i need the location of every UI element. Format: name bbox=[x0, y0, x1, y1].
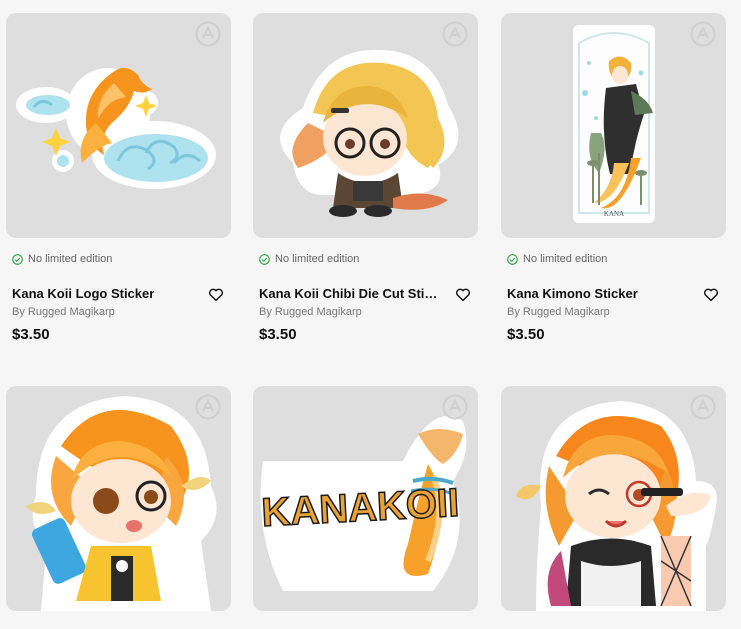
kimono-art-text: KANA bbox=[604, 210, 624, 218]
seller-byline[interactable]: By Rugged Magikarp bbox=[12, 306, 115, 318]
seller-byline[interactable]: By Rugged Magikarp bbox=[507, 306, 610, 318]
product-title[interactable]: Kana Kimono Sticker bbox=[507, 286, 692, 301]
seller-byline[interactable]: By Rugged Magikarp bbox=[259, 306, 362, 318]
brand-watermark-icon bbox=[442, 21, 468, 47]
brand-watermark-icon bbox=[195, 21, 221, 47]
edition-label: No limited edition bbox=[275, 253, 360, 265]
product-price: $3.50 bbox=[12, 326, 50, 343]
product-title[interactable]: Kana Koii Logo Sticker bbox=[12, 286, 197, 301]
product-image[interactable] bbox=[6, 386, 231, 611]
check-circle-icon bbox=[259, 253, 270, 265]
product-price: $3.50 bbox=[507, 326, 545, 343]
edition-status: No limited edition bbox=[259, 253, 359, 265]
brand-watermark-icon bbox=[442, 394, 468, 420]
product-title[interactable]: Kana Koii Chibi Die Cut Sticker bbox=[259, 286, 444, 301]
check-circle-icon bbox=[12, 253, 23, 265]
product-image[interactable] bbox=[253, 13, 478, 238]
product-image[interactable] bbox=[501, 386, 726, 611]
edition-label: No limited edition bbox=[28, 253, 113, 265]
product-image[interactable] bbox=[6, 13, 231, 238]
favorite-heart-icon[interactable] bbox=[207, 285, 225, 303]
edition-status: No limited edition bbox=[12, 253, 112, 265]
product-grid: No limited edition Kana Koii Logo Sticke… bbox=[0, 0, 741, 629]
edition-status: No limited edition bbox=[507, 253, 607, 265]
favorite-heart-icon[interactable] bbox=[702, 285, 720, 303]
brand-watermark-icon bbox=[690, 394, 716, 420]
check-circle-icon bbox=[507, 253, 518, 265]
product-image[interactable]: KANAKOII bbox=[253, 386, 478, 611]
product-image[interactable]: KANA bbox=[501, 13, 726, 238]
favorite-heart-icon[interactable] bbox=[454, 285, 472, 303]
edition-label: No limited edition bbox=[523, 253, 608, 265]
brand-watermark-icon bbox=[690, 21, 716, 47]
brand-watermark-icon bbox=[195, 394, 221, 420]
product-price: $3.50 bbox=[259, 326, 297, 343]
